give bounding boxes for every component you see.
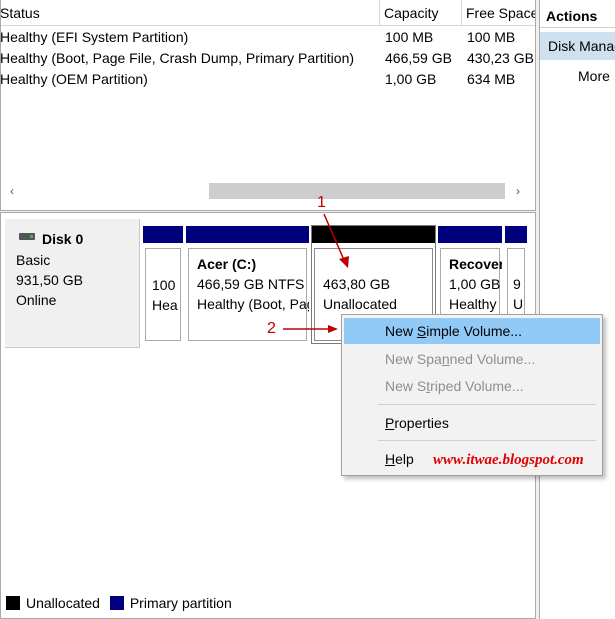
arrow-1-line bbox=[323, 213, 345, 261]
menu-item-new-striped-volume[interactable]: New Striped Volume... bbox=[344, 373, 600, 399]
menu-separator bbox=[378, 404, 596, 405]
menu-item-properties[interactable]: Properties bbox=[344, 410, 600, 436]
annotation-arrows bbox=[283, 213, 349, 333]
watermark: www.itwae.blogspot.com bbox=[433, 452, 584, 468]
menu-separator bbox=[378, 440, 596, 441]
legend: Unallocated Primary partition bbox=[6, 590, 526, 616]
arrow-1-head bbox=[339, 256, 349, 268]
menu-item-new-simple-volume[interactable]: New Simple Volume... bbox=[344, 318, 600, 344]
legend-unallocated-swatch bbox=[6, 596, 20, 610]
legend-unallocated-label: Unallocated bbox=[26, 595, 100, 611]
annotation-1-label: 1 bbox=[317, 194, 326, 211]
annotation-2-label: 2 bbox=[267, 320, 276, 337]
legend-primary-label: Primary partition bbox=[129, 595, 232, 611]
menu-item-new-spanned-volume[interactable]: New Spanned Volume... bbox=[344, 346, 600, 372]
arrow-2-head bbox=[328, 325, 338, 333]
legend-primary-swatch bbox=[109, 596, 124, 610]
